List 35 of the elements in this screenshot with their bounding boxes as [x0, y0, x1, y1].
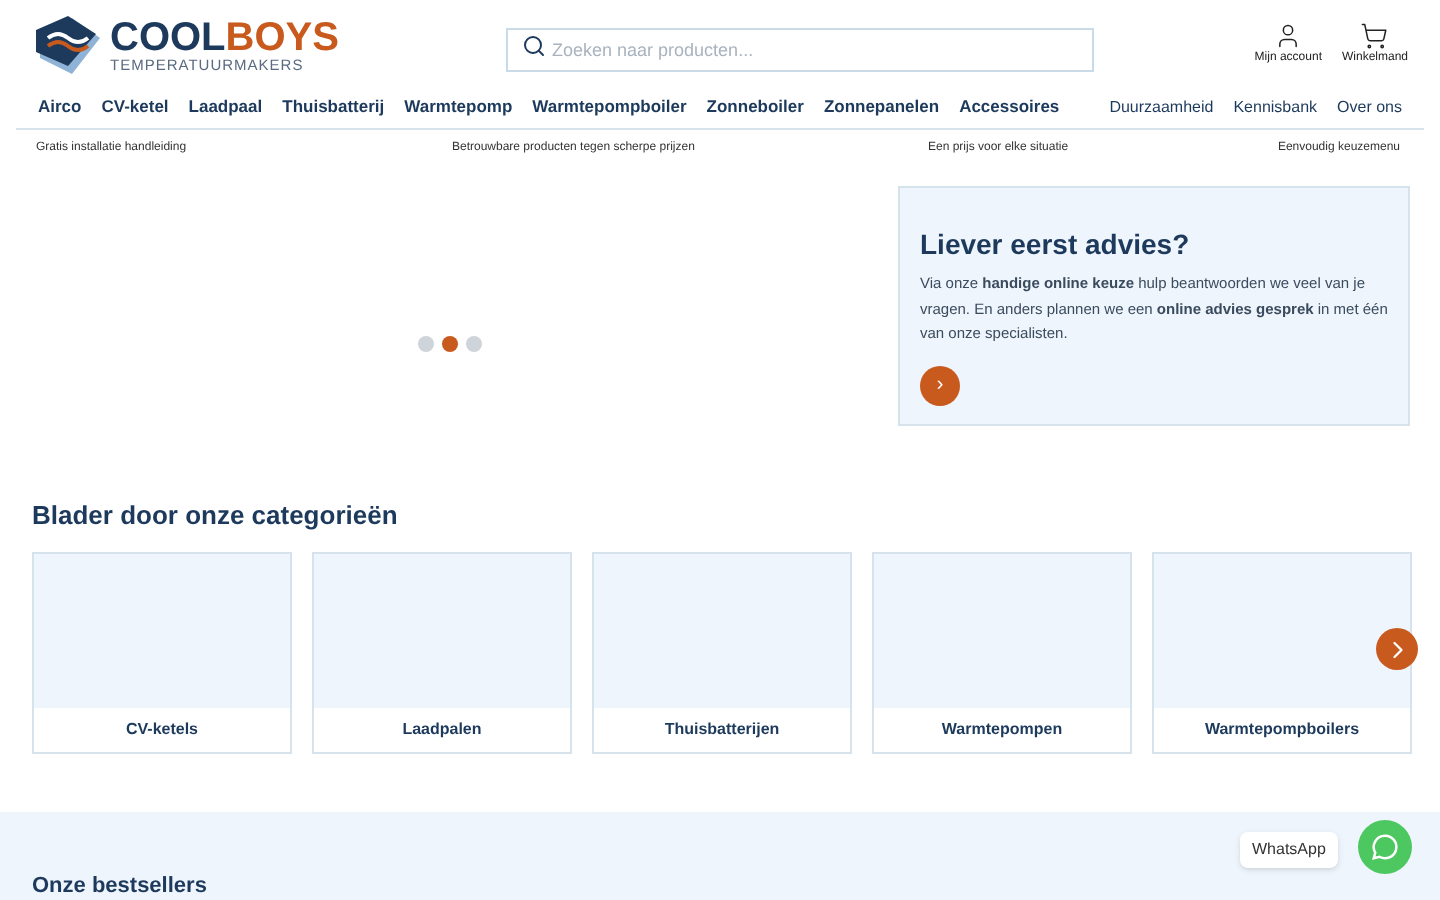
logo-text: COOL [110, 17, 226, 58]
nav-link[interactable]: Over ons [1337, 95, 1402, 119]
advice-button[interactable]: › [920, 365, 960, 405]
user-icon [1274, 22, 1303, 50]
category-card[interactable]: Thuisbatterijen [592, 551, 852, 753]
nav-link[interactable]: Accessoires [959, 94, 1060, 120]
category-label: Warmtepompboilers [1202, 717, 1362, 742]
category-label: Warmtepompen [939, 717, 1065, 742]
cart-icon [1360, 22, 1389, 50]
nav-link[interactable]: Warmtepomp [404, 94, 513, 120]
section-title: Onze bestsellers [32, 874, 207, 900]
section-title: Blader door onze categorieën [32, 498, 400, 534]
search-icon [522, 33, 546, 57]
nav-link[interactable]: Duurzaamheid [1109, 95, 1214, 119]
category-label: Thuisbatterijen [662, 717, 782, 742]
category-card[interactable]: Warmtepompen [872, 551, 1132, 753]
search-field[interactable]: Zoeken naar producten... [506, 27, 1094, 71]
logo-text: BOYS [225, 17, 339, 58]
category-label: Laadpalen [400, 717, 484, 742]
nav-link[interactable]: Thuisbatterij [282, 94, 385, 120]
nav-link[interactable]: Laadpaal [188, 94, 263, 120]
chat-bubble-icon [1370, 832, 1400, 862]
whatsapp-label: WhatsApp [1240, 832, 1338, 868]
category-card[interactable]: CV-ketels [32, 551, 292, 753]
nav-link[interactable]: Warmtepompboiler [532, 94, 687, 120]
nav-link[interactable]: Kennisbank [1233, 95, 1318, 119]
category-card[interactable]: Warmtepompboilers [1152, 551, 1412, 753]
nav-link[interactable]: Zonnepanelen [823, 94, 940, 120]
logo-icon [32, 13, 104, 77]
category-card[interactable]: Laadpalen [312, 551, 572, 753]
nav-link[interactable]: Airco [38, 94, 82, 120]
nav-link[interactable]: Zonneboiler [706, 94, 804, 120]
nav-link[interactable]: CV-ketel [101, 94, 169, 120]
category-label: CV-ketels [123, 717, 201, 741]
advice-title: Liever eerst advies? [920, 226, 1192, 264]
